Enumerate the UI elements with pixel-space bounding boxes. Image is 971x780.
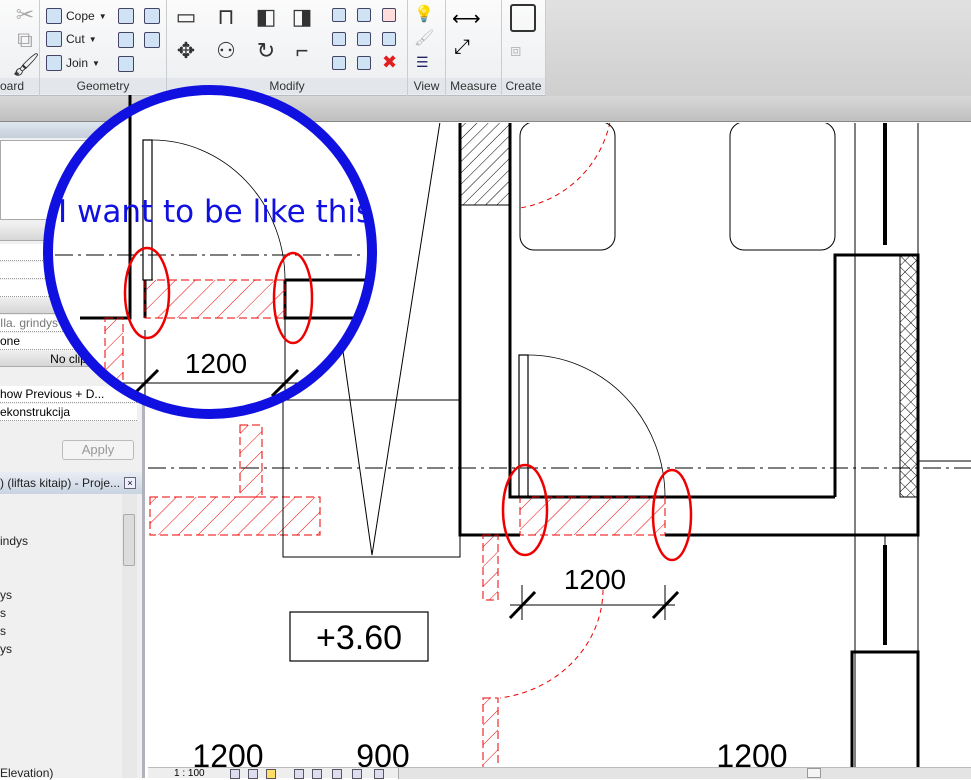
door-leaf — [518, 354, 529, 498]
red-wall-hatch-vertical — [482, 534, 499, 601]
plumbing-fixture — [519, 123, 616, 251]
door-swing-upper — [519, 123, 611, 209]
crosshatch-wall — [899, 254, 919, 498]
wall-hatch — [519, 496, 666, 536]
horizontal-scrollbar[interactable] — [398, 768, 971, 779]
wall — [458, 123, 920, 537]
red-wall-hatch-vertical — [482, 697, 499, 767]
level-tag: +3.60 — [316, 619, 402, 657]
view-control-bar: 1 : 100 — [148, 767, 971, 779]
scroll-thumb[interactable] — [807, 768, 821, 778]
hatched-column — [459, 123, 511, 206]
column-bottom — [850, 650, 920, 767]
door-swing — [527, 354, 666, 498]
callout-red-hatch — [104, 317, 124, 381]
door-swing-lower — [499, 589, 604, 699]
red-wall-hatch-left — [149, 496, 321, 536]
plumbing-fixture — [729, 123, 836, 251]
red-wall-hatch-small — [239, 424, 263, 498]
annotation-text: I want to be like this — [58, 194, 372, 230]
callout-dimension: 1200 — [185, 348, 247, 379]
zoom-callout: 1200 I want to be like this — [43, 85, 377, 419]
drawing-canvas[interactable]: 1200 +3.60 1200 900 1200 1200 I want to … — [0, 0, 971, 778]
scale-label[interactable]: 1 : 100 — [174, 768, 205, 779]
dimension-door: 1200 — [564, 564, 626, 595]
